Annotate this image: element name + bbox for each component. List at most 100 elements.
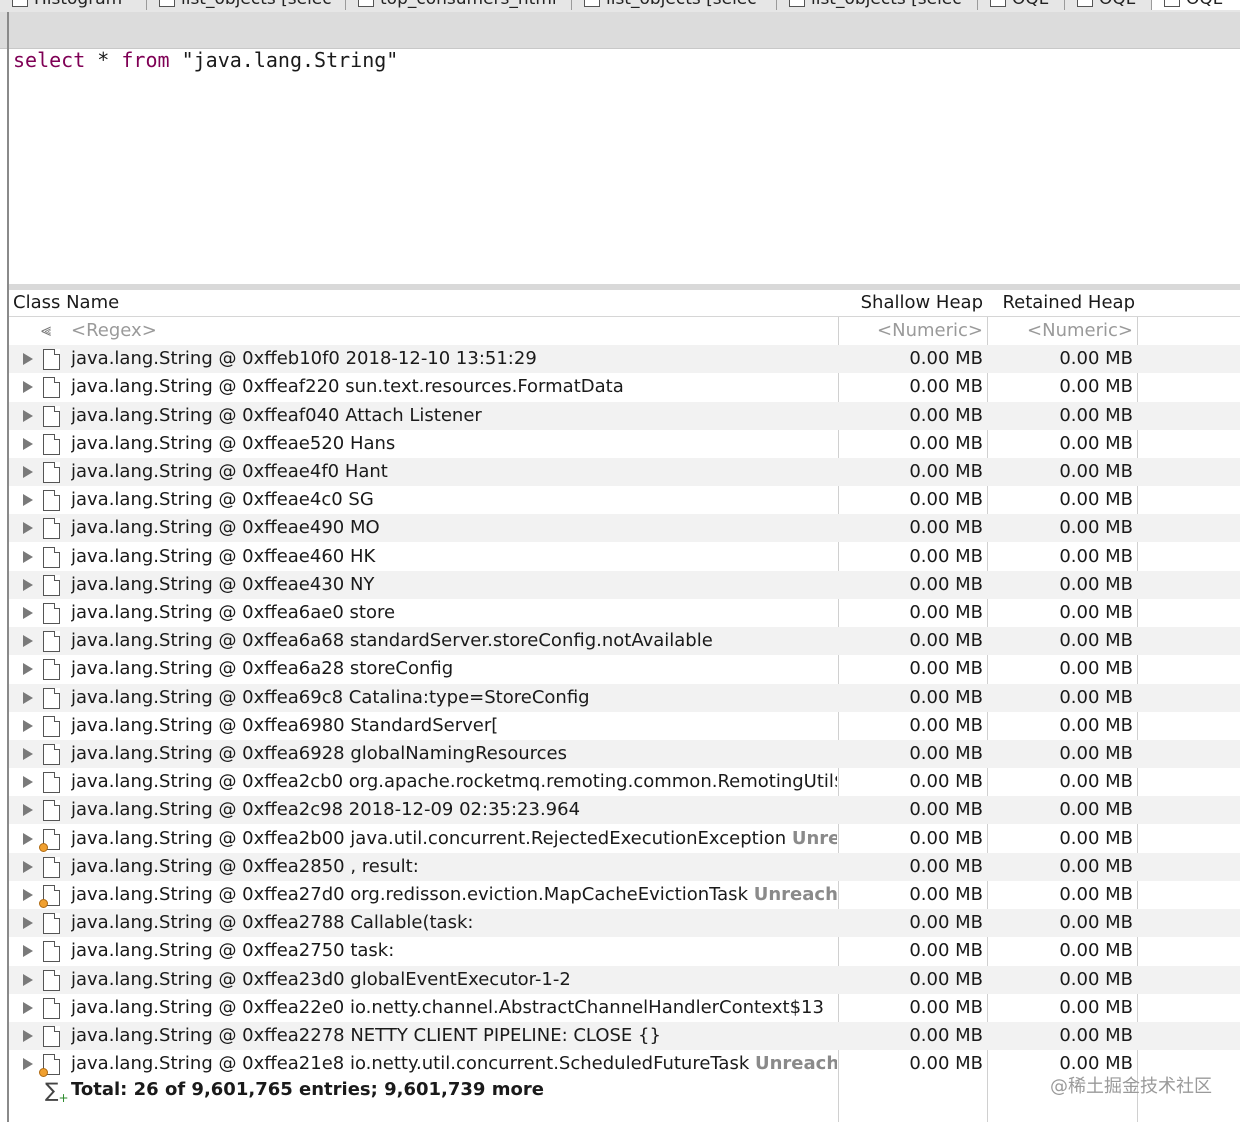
tab-oql-1[interactable]: OQL [978, 0, 1065, 10]
class-name-cell: java.lang.String @ 0xffea2c98 2018-12-09… [71, 796, 837, 824]
expand-arrow-icon[interactable] [23, 353, 33, 366]
table-row[interactable]: java.lang.String @ 0xffea23d0 globalEven… [9, 965, 1240, 994]
table-row[interactable]: java.lang.String @ 0xffea6980 StandardSe… [9, 712, 1240, 740]
keyword-select: select [13, 48, 86, 72]
class-name-cell: java.lang.String @ 0xffea2850 , result: [71, 853, 837, 881]
expand-arrow-icon[interactable] [23, 748, 33, 760]
tab-histogram[interactable]: Histogram [0, 0, 147, 10]
object-label: java.lang.String @ 0xffeae4c0 SG [71, 489, 374, 511]
table-row[interactable]: java.lang.String @ 0xffea6928 globalNami… [9, 740, 1240, 768]
expand-arrow-icon[interactable] [23, 917, 33, 930]
sum-icon: ∑+ [45, 1078, 69, 1106]
shallow-heap-cell: 0.00 MB [909, 884, 983, 905]
table-icon [789, 0, 805, 7]
table-row[interactable]: java.lang.String @ 0xffeae4c0 SG 0.00 MB 0… [9, 486, 1240, 514]
expand-arrow-icon[interactable] [23, 663, 33, 676]
table-row[interactable]: java.lang.String @ 0xffea2b00 java.util.… [9, 825, 1240, 853]
expand-arrow-icon[interactable] [23, 973, 33, 986]
table-row[interactable]: java.lang.String @ 0xffea22e0 io.netty.c… [9, 994, 1240, 1022]
expand-arrow-icon[interactable] [23, 381, 33, 394]
table-row[interactable]: java.lang.String @ 0xffea2c98 2018-12-09… [9, 796, 1240, 825]
regex-filter-icon: ⫷ [41, 320, 52, 341]
expand-arrow-icon[interactable] [23, 691, 33, 704]
table-row[interactable]: java.lang.String @ 0xffea2850 , result: 0… [9, 852, 1240, 881]
object-instance-icon [43, 715, 60, 737]
table-row[interactable]: java.lang.String @ 0xffeb10f0 2018-12-10… [9, 345, 1240, 374]
expand-arrow-icon[interactable] [23, 889, 33, 901]
filter-row[interactable]: ⫷ <Regex> <Numeric> <Numeric> [9, 317, 1240, 345]
table-row[interactable]: java.lang.String @ 0xffea27d0 org.rediss… [9, 881, 1240, 909]
column-header-retained-heap[interactable]: Retained Heap [989, 290, 1135, 316]
tab-oql-3[interactable]: OQL [1152, 0, 1240, 10]
table-row[interactable]: java.lang.String @ 0xffeae460 HK 0.00 MB 0… [9, 543, 1240, 571]
tab-list-objects-2[interactable]: list_objects [selec [572, 0, 777, 10]
table-row[interactable]: java.lang.String @ 0xffeae4f0 Hant 0.00 M… [9, 458, 1240, 486]
expand-arrow-icon[interactable] [23, 578, 33, 591]
shallow-heap-cell: 0.00 MB [909, 602, 983, 623]
object-label: java.lang.String @ 0xffea2cb0 org.apache… [71, 771, 837, 793]
object-label: java.lang.String @ 0xffeb10f0 2018-12-10… [71, 348, 537, 370]
object-label: java.lang.String @ 0xffeaf220 sun.text.r… [71, 376, 624, 398]
retained-heap-cell: 0.00 MB [1059, 489, 1133, 511]
report-icon [358, 0, 374, 7]
object-instance-icon [43, 433, 60, 455]
retained-heap-filter[interactable]: <Numeric> [989, 317, 1133, 345]
expand-arrow-icon[interactable] [23, 522, 33, 535]
query-target: "java.lang.String" [169, 48, 399, 72]
retained-heap-cell: 0.00 MB [1059, 517, 1133, 539]
object-instance-icon [43, 462, 60, 483]
shallow-heap-cell: 0.00 MB [909, 827, 983, 849]
expand-arrow-icon[interactable] [23, 719, 33, 732]
table-row[interactable]: java.lang.String @ 0xffea69c8 Catalina:t… [9, 683, 1240, 712]
tab-top-consumers[interactable]: top_consumers_html [346, 0, 572, 10]
object-label: java.lang.String @ 0xffeae490 MO [71, 517, 380, 539]
retained-heap-cell: 0.00 MB [1059, 968, 1133, 990]
oql-query-editor[interactable]: select * from "java.lang.String" [9, 49, 1240, 284]
table-row[interactable]: java.lang.String @ 0xffeae430 NY 0.00 MB 0… [9, 570, 1240, 599]
tab-list-objects-1[interactable]: list_objects [selec [147, 0, 346, 10]
expand-arrow-icon[interactable] [23, 860, 33, 873]
class-name-cell: java.lang.String @ 0xffea2b00 java.util.… [71, 825, 837, 853]
expand-arrow-icon[interactable] [23, 1030, 33, 1042]
class-name-cell: java.lang.String @ 0xffea27d0 org.rediss… [71, 881, 837, 909]
editor-tab-bar: Histogram list_objects [selec top_consum… [0, 0, 1240, 12]
table-row[interactable]: java.lang.String @ 0xffeaf040 Attach Lis… [9, 401, 1240, 430]
table-row[interactable]: java.lang.String @ 0xffea6ae0 store 0.00 … [9, 599, 1240, 627]
shallow-heap-cell: 0.00 MB [909, 461, 983, 482]
table-row[interactable]: java.lang.String @ 0xffea2cb0 org.apache… [9, 768, 1240, 796]
tab-list-objects-3[interactable]: list_objects [selec [777, 0, 978, 10]
expand-arrow-icon[interactable] [23, 776, 33, 789]
expand-arrow-icon[interactable] [23, 1001, 33, 1014]
retained-heap-cell: 0.00 MB [1059, 404, 1133, 426]
expand-arrow-icon[interactable] [23, 466, 33, 478]
shallow-heap-filter[interactable]: <Numeric> [839, 317, 983, 345]
expand-arrow-icon[interactable] [23, 607, 33, 619]
table-row[interactable]: java.lang.String @ 0xffeae520 Hans 0.00 M… [9, 430, 1240, 458]
expand-arrow-icon[interactable] [23, 804, 33, 817]
expand-arrow-icon[interactable] [23, 635, 33, 648]
table-row[interactable]: java.lang.String @ 0xffea6a28 storeConfi… [9, 655, 1240, 683]
table-row[interactable]: java.lang.String @ 0xffea2278 NETTY CLIE… [9, 1022, 1240, 1050]
class-name-filter[interactable]: <Regex> [71, 317, 837, 345]
column-header-class-name[interactable]: Class Name [13, 290, 119, 316]
expand-arrow-icon[interactable] [23, 550, 33, 563]
tab-oql-2[interactable]: OQL [1065, 0, 1152, 10]
class-name-cell: java.lang.String @ 0xffeae4c0 SG [71, 486, 837, 514]
shallow-heap-cell: 0.00 MB [909, 968, 983, 990]
table-icon [159, 0, 175, 7]
table-row[interactable]: java.lang.String @ 0xffeae490 MO 0.00 MB 0… [9, 514, 1240, 543]
results-table: Class Name Shallow Heap Retained Heap ⫷ <… [9, 290, 1240, 1122]
expand-arrow-icon[interactable] [23, 494, 33, 507]
expand-arrow-icon[interactable] [23, 437, 33, 450]
expand-arrow-icon[interactable] [23, 409, 33, 422]
shallow-heap-cell: 0.00 MB [909, 573, 983, 595]
table-row[interactable]: java.lang.String @ 0xffea2750 task: 0.00 … [9, 937, 1240, 965]
table-row[interactable]: java.lang.String @ 0xffea6a68 standardSe… [9, 627, 1240, 656]
expand-arrow-icon[interactable] [23, 945, 33, 958]
expand-arrow-icon[interactable] [23, 1058, 33, 1071]
table-row[interactable]: java.lang.String @ 0xffea2788 Callable(t… [9, 909, 1240, 938]
object-instance-icon [43, 800, 60, 822]
column-header-shallow-heap[interactable]: Shallow Heap [839, 290, 983, 316]
table-row[interactable]: java.lang.String @ 0xffeaf220 sun.text.r… [9, 373, 1240, 401]
expand-arrow-icon[interactable] [23, 832, 33, 845]
